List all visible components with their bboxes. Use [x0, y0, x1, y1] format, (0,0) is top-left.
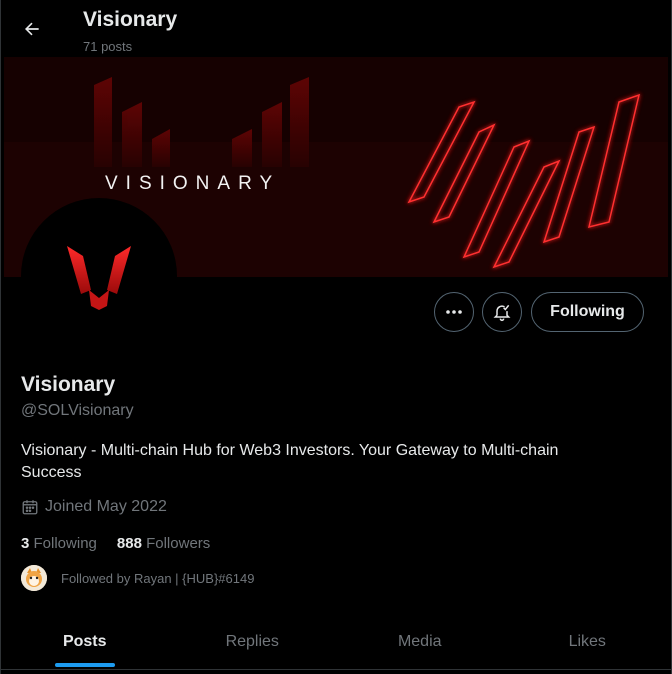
tab-posts[interactable]: Posts — [1, 614, 169, 669]
join-date-text: Joined May 2022 — [45, 498, 167, 515]
tab-label: Posts — [62, 632, 107, 650]
follower-avatar — [21, 565, 47, 591]
tab-replies[interactable]: Replies — [169, 614, 337, 669]
notifications-button[interactable] — [482, 292, 522, 332]
active-tab-indicator — [54, 663, 115, 667]
back-button[interactable] — [15, 12, 49, 46]
profile-handle: @SOLVisionary — [21, 402, 134, 419]
profile-tabs: Posts Replies Media Likes — [1, 614, 671, 670]
followed-by[interactable]: Followed by Rayan | {HUB}#6149 — [21, 565, 254, 591]
profile-avatar[interactable] — [21, 198, 177, 354]
following-button[interactable]: Following — [531, 292, 644, 332]
post-count: 71 posts — [83, 39, 133, 54]
follow-stats: 3 Following 888 Followers — [21, 535, 210, 552]
visionary-logo-icon — [67, 246, 131, 310]
tab-label: Replies — [225, 632, 279, 650]
tab-media[interactable]: Media — [336, 614, 504, 669]
more-dots-icon — [446, 310, 462, 314]
following-count: 3 — [21, 535, 30, 552]
join-date: Joined May 2022 — [21, 498, 167, 516]
calendar-icon — [22, 500, 38, 515]
arrow-left-icon — [25, 22, 39, 36]
tab-likes[interactable]: Likes — [504, 614, 672, 669]
tab-label: Likes — [568, 632, 606, 650]
banner-wordmark: VISIONARY — [105, 173, 280, 194]
followers-count-link[interactable]: 888 Followers — [117, 535, 210, 552]
cat-avatar-icon — [21, 565, 47, 591]
following-label: Following — [33, 535, 97, 552]
profile-page: Visionary 71 posts VISIONARY Following V… — [0, 0, 672, 674]
followers-label: Followers — [146, 535, 211, 552]
top-bar: Visionary 71 posts — [1, 0, 671, 58]
page-title: Visionary — [83, 8, 178, 31]
tab-label: Media — [397, 632, 442, 650]
profile-bio: Visionary - Multi-chain Hub for Web3 Inv… — [21, 442, 559, 481]
profile-name: Visionary — [21, 373, 116, 396]
followed-by-text: Followed by Rayan | {HUB}#6149 — [61, 570, 255, 586]
following-count-link[interactable]: 3 Following — [21, 535, 97, 552]
bell-check-icon — [493, 304, 511, 322]
more-button[interactable] — [434, 292, 474, 332]
followers-count: 888 — [116, 535, 142, 552]
